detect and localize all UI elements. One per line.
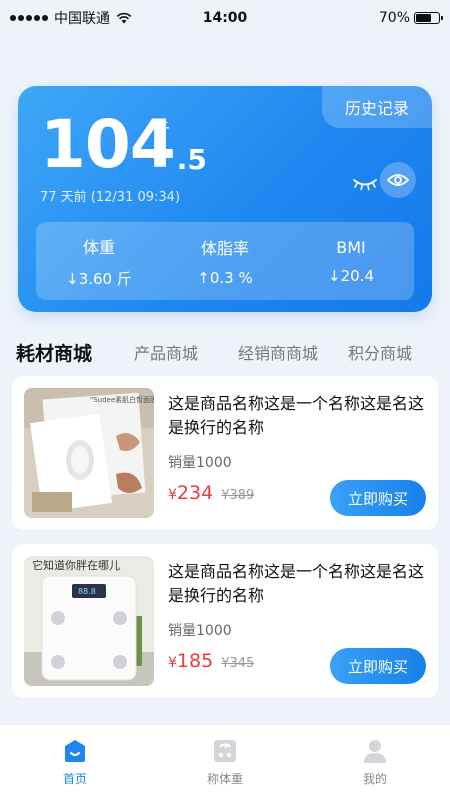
product-title: 这是商品名称这是一个名称这是名这是换行的名称: [168, 394, 425, 437]
stat-weight: 体重 ↓3.60 斤: [44, 234, 154, 289]
product-image-caption: 它知道你胖在哪儿: [32, 558, 120, 572]
current-price: ¥185: [168, 650, 213, 672]
eye-toggle-button[interactable]: [380, 162, 416, 198]
svg-text:88.8: 88.8: [78, 587, 96, 596]
stat-label: BMI: [336, 237, 366, 257]
mall-tabs: 耗材商城 产品商城 经销商商城 积分商城: [16, 338, 450, 366]
product-price: ¥185 ¥345: [168, 650, 254, 672]
currency-symbol: ¥: [168, 655, 177, 671]
battery-icon: [414, 12, 443, 24]
user-icon: [364, 740, 386, 763]
history-button[interactable]: 历史记录: [322, 86, 432, 128]
tab-dealer-mall[interactable]: 经销商商城: [238, 340, 318, 364]
nav-item-home[interactable]: 首页: [25, 738, 125, 787]
stat-label: 体重: [82, 237, 115, 257]
product-sales: 销量1000: [168, 623, 232, 639]
price-value: 234: [176, 482, 214, 504]
product-card[interactable]: "Sudee素肌白皙面膜 这是商品名称这是一个名称这是名这是换行的名称 销量10…: [12, 376, 438, 530]
currency-symbol: ¥: [168, 487, 177, 503]
weight-decimal: .5: [176, 143, 207, 176]
weight-card: 历史记录 104 .5 斤 77 天前 (12/31 09:34) 体重 ↓3.…: [18, 86, 432, 312]
stat-value: ↓3.60 斤: [66, 269, 132, 288]
eye-closed-icon[interactable]: [352, 176, 378, 192]
status-left: 中国联通: [10, 8, 132, 28]
tab-product-mall[interactable]: 产品商城: [134, 340, 198, 364]
scale-icon: [214, 740, 236, 762]
status-right: 70%: [378, 10, 443, 26]
stat-bmi: BMI ↓20.4: [296, 238, 406, 285]
tab-points-mall[interactable]: 积分商城: [348, 340, 412, 364]
nav-item-weigh[interactable]: 称体重: [175, 738, 275, 787]
nav-label: 我的: [362, 772, 387, 786]
battery-percent: 70%: [378, 10, 410, 26]
wifi-icon: [116, 12, 132, 24]
product-sales: 销量1000: [168, 455, 232, 471]
home-icon: [65, 740, 85, 762]
bottom-nav: 首页 称体重 我的: [0, 724, 450, 800]
stat-label: 体脂率: [200, 239, 249, 258]
buy-now-button[interactable]: 立即购买: [330, 480, 426, 516]
stat-body-fat: 体脂率 ↑0.3 %: [170, 235, 280, 287]
stats-box: 体重 ↓3.60 斤 体脂率 ↑0.3 % BMI ↓20.4: [36, 222, 414, 300]
product-image-caption: "Sudee素肌白皙面膜: [90, 395, 154, 404]
eye-icon: [387, 174, 409, 186]
signal-icon: [10, 15, 48, 21]
status-time: 14:00: [202, 10, 248, 26]
buy-now-button[interactable]: 立即购买: [330, 648, 426, 684]
stat-value: ↓20.4: [328, 266, 374, 285]
nav-label: 称体重: [206, 772, 243, 786]
price-value: 185: [176, 650, 214, 672]
status-bar: 中国联通 14:00 70%: [0, 0, 450, 36]
nav-item-mine[interactable]: 我的: [325, 738, 425, 787]
nav-label: 首页: [62, 772, 87, 786]
product-image: 88.8 它知道你胖在哪儿: [24, 556, 154, 686]
weight-value: 104 .5: [40, 112, 207, 178]
product-image: "Sudee素肌白皙面膜: [24, 388, 154, 518]
original-price: ¥345: [221, 656, 255, 671]
product-price: ¥234 ¥389: [168, 482, 254, 504]
product-card[interactable]: 88.8 它知道你胖在哪儿 这是商品名称这是一个名称这是名这是换行的名称 销量1…: [12, 544, 438, 698]
current-price: ¥234: [168, 482, 213, 504]
weight-time: 77 天前 (12/31 09:34): [40, 190, 181, 205]
carrier-label: 中国联通: [54, 11, 110, 27]
tab-consumables-mall[interactable]: 耗材商城: [16, 339, 92, 366]
battery-fill: [416, 14, 432, 22]
stat-value: ↑0.3 %: [197, 269, 253, 287]
weight-unit: 斤: [154, 120, 171, 139]
original-price: ¥389: [221, 488, 255, 503]
product-title: 这是商品名称这是一个名称这是名这是换行的名称: [168, 562, 425, 605]
